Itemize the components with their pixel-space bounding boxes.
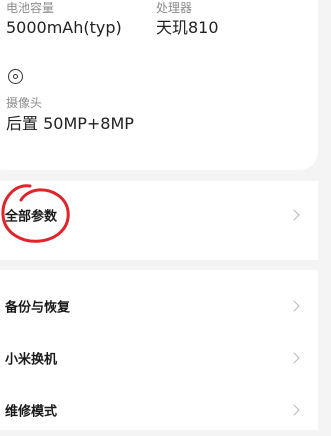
- maintenance-mode-label: 维修模式: [5, 404, 58, 420]
- processor-label: 处理器: [156, 1, 193, 15]
- battery-value: 5000mAh(typ): [6, 18, 122, 37]
- settings-list: 备份与恢复 小米换机 维修模式: [0, 270, 318, 430]
- chevron-right-icon: [288, 404, 300, 416]
- camera-icon: [8, 69, 23, 84]
- maintenance-mode-row[interactable]: 维修模式: [0, 384, 318, 436]
- chevron-right-icon: [288, 209, 300, 221]
- backup-restore-label: 备份与恢复: [5, 300, 71, 316]
- mi-mover-label: 小米换机: [5, 352, 58, 368]
- backup-restore-row[interactable]: 备份与恢复: [0, 280, 318, 332]
- camera-label: 摄像头: [6, 96, 43, 110]
- chevron-right-icon: [288, 300, 300, 312]
- red-circle-annotation: [1, 184, 70, 243]
- camera-value: 后置 50MP+8MP: [6, 114, 134, 133]
- processor-value: 天玑810: [156, 18, 219, 37]
- battery-label: 电池容量: [6, 1, 55, 15]
- chevron-right-icon: [288, 352, 300, 364]
- mi-mover-row[interactable]: 小米换机: [0, 332, 318, 384]
